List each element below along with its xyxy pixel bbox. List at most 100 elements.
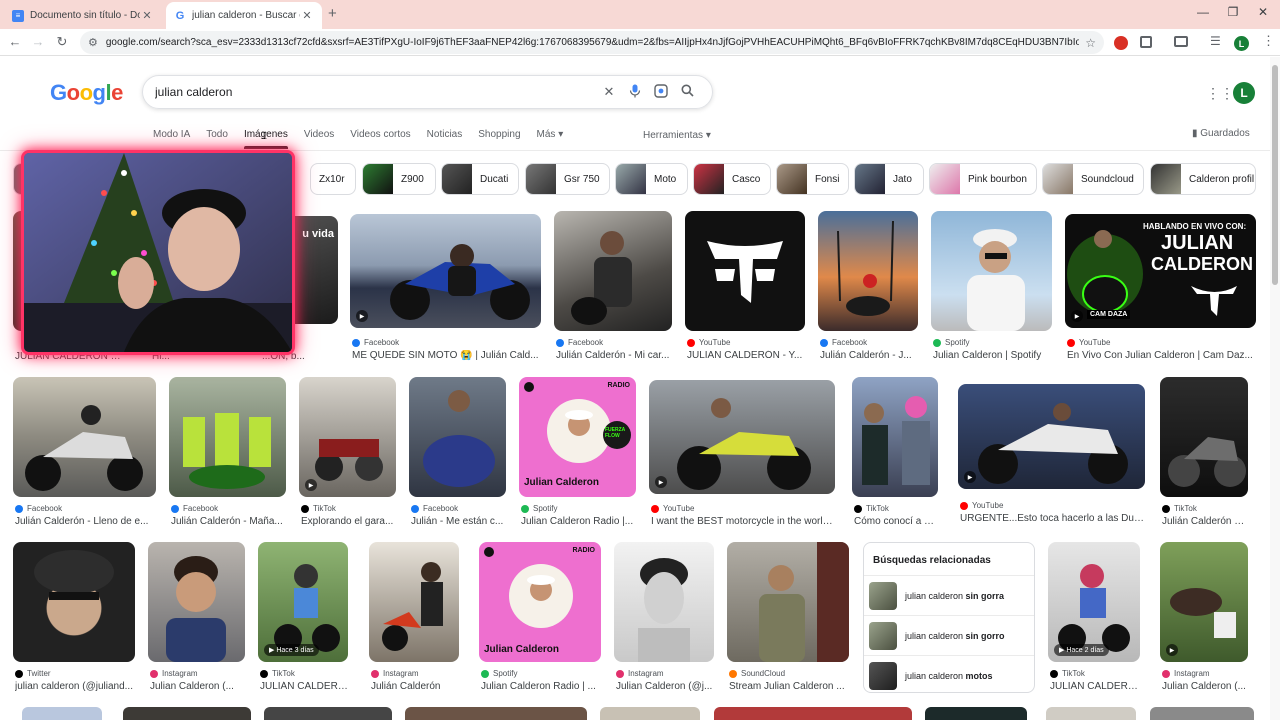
source-label: Facebook	[832, 338, 868, 347]
chip-ducati[interactable]: Ducati	[441, 163, 519, 195]
close-icon[interactable]: ✕	[140, 9, 154, 22]
result-image: ▶	[958, 384, 1145, 489]
chip-fonsi[interactable]: Fonsi	[776, 163, 849, 195]
source-label: YouTube	[699, 338, 731, 347]
clear-icon[interactable]: ✕	[596, 84, 622, 100]
chip-zx10r[interactable]: Zx10r	[310, 163, 356, 195]
image-result[interactable]: ▶ TikTok Explorando el gara...	[299, 377, 396, 527]
result-image	[1160, 377, 1248, 497]
related-search-item[interactable]: julian calderon motos	[864, 655, 1034, 695]
tab-videos[interactable]: Videos	[304, 129, 334, 149]
docs-icon: ≡	[12, 9, 24, 22]
partial-result-image[interactable]	[22, 707, 102, 720]
related-search-item[interactable]: julian calderon sin gorro	[864, 615, 1034, 655]
browser-menu-icon[interactable]: ⋮	[1262, 33, 1275, 49]
reading-list-icon[interactable]: ☰	[1210, 34, 1221, 48]
image-result[interactable]: ▶ Instagram Julian Calderon (...	[1160, 542, 1248, 694]
image-result[interactable]: Spotify Julian Calderon | Spotify	[931, 211, 1052, 361]
query-prefix: julian calderon	[905, 590, 966, 601]
image-result[interactable]: TikTok Cómo conocí a Juli...	[852, 377, 938, 527]
search-input[interactable]	[155, 85, 596, 99]
image-result[interactable]: ▶ YouTube URGENTE...Esto toca hacerlo a …	[958, 384, 1145, 534]
close-window-icon[interactable]: ✕	[1253, 5, 1273, 19]
image-result[interactable]: Facebook Julián - Me están c...	[409, 377, 506, 527]
image-result[interactable]: RADIO FUERZA FLOW Julian Calderon Spotif…	[519, 377, 636, 527]
partial-result-image[interactable]	[600, 707, 700, 720]
partial-result-image[interactable]	[123, 707, 251, 720]
site-info-icon[interactable]: ⚙	[88, 36, 98, 49]
portrait-graphic	[759, 542, 849, 662]
result-title: Julian Calderon (@j...	[616, 681, 713, 692]
image-result[interactable]: ▶ YouTube I want the BEST motorcycle in …	[649, 380, 835, 530]
tab-modo-ia[interactable]: Modo IA	[153, 129, 190, 149]
police-graphic	[183, 413, 271, 489]
image-result[interactable]: Facebook Julián Calderón - J...	[818, 211, 918, 361]
google-lens-icon[interactable]	[648, 83, 674, 101]
account-avatar[interactable]: L	[1233, 82, 1255, 104]
profile-icon[interactable]: L	[1234, 36, 1249, 51]
image-result[interactable]: Instagram Julián Calderón	[369, 542, 459, 694]
image-result[interactable]: Facebook Julián Calderón - Mi car...	[554, 211, 672, 361]
chip-z900[interactable]: Z900	[362, 163, 436, 195]
image-result[interactable]: Twitter julian calderon (@juliand...	[13, 542, 135, 694]
bookmark-star-icon[interactable]: ☆	[1085, 36, 1096, 50]
partial-result-image[interactable]	[264, 707, 392, 720]
tab-videos-cortos[interactable]: Videos cortos	[350, 129, 410, 149]
image-result[interactable]: Facebook Julián Calderón - Maña...	[169, 377, 286, 527]
partial-result-image[interactable]	[925, 707, 1027, 720]
image-result[interactable]: YouTube JULIAN CALDERÓN - Y...	[685, 211, 805, 361]
result-title: Julian Calderon (...	[1162, 681, 1246, 692]
microphone-icon[interactable]	[622, 84, 648, 101]
chip-gsr750[interactable]: Gsr 750	[525, 163, 610, 195]
motorcycle-graphic	[390, 244, 530, 320]
chip-calderon-profil[interactable]: Calderon profil	[1150, 163, 1256, 195]
chip-jato[interactable]: Jato	[854, 163, 924, 195]
browser-tab-google[interactable]: G julian calderon - Buscar con Go ✕	[166, 2, 322, 29]
image-result[interactable]: Instagram Julian Calderon (...	[148, 542, 245, 694]
new-tab-icon[interactable]: +	[328, 5, 337, 22]
partial-result-image[interactable]	[1150, 707, 1254, 720]
close-icon[interactable]: ✕	[300, 9, 314, 22]
restore-icon[interactable]: ❐	[1223, 5, 1243, 19]
image-result[interactable]: HABLANDO EN VIVO CON: JULIAN CALDERON CA…	[1065, 214, 1256, 364]
chip-pink-bourbon[interactable]: Pink bourbon	[929, 163, 1037, 195]
scrollbar-thumb[interactable]	[1272, 65, 1278, 285]
image-result[interactable]: Instagram Julian Calderon (@j...	[614, 542, 714, 694]
minimize-icon[interactable]: —	[1193, 5, 1213, 19]
tools-button[interactable]: Herramientas ▾	[643, 130, 711, 141]
image-result[interactable]: TikTok Julián Calderón @...	[1160, 377, 1248, 527]
reload-icon[interactable]: ↻	[53, 34, 71, 50]
address-bar[interactable]: ⚙ google.com/search?sca_esv=2333d1313cf7…	[80, 31, 1104, 54]
source-label: SoundCloud	[741, 669, 786, 678]
image-result[interactable]: ▶ Facebook ME QUEDÉ SIN MOTO 😭 | Julián …	[350, 214, 541, 364]
search-icon[interactable]	[674, 84, 700, 100]
page-scrollbar[interactable]	[1270, 57, 1280, 720]
partial-result-image[interactable]	[1046, 707, 1136, 720]
browser-tab-docs[interactable]: ≡ Documento sin título - Docume ✕	[4, 2, 162, 29]
image-result[interactable]: SoundCloud Stream Julian Calderon ...	[727, 542, 849, 694]
tab-shopping[interactable]: Shopping	[478, 129, 520, 149]
related-search-item[interactable]: julian calderon sin gorra	[864, 575, 1034, 615]
tab-mas[interactable]: Más ▾	[537, 129, 564, 149]
extensions-puzzle-icon[interactable]	[1140, 36, 1152, 48]
result-source: TikTok	[854, 504, 889, 513]
video-play-icon: ▶	[964, 471, 976, 483]
image-result[interactable]: ▶ Hace 2 días TikTok JULIÁN CALDERÓ...	[1048, 542, 1142, 694]
partial-result-image[interactable]	[405, 707, 587, 720]
image-result[interactable]: ▶ Hace 3 días TikTok JULIÁN CALDERÓ...	[258, 542, 348, 694]
tab-todo[interactable]: Todo	[206, 129, 228, 149]
google-logo[interactable]: Google	[50, 80, 123, 106]
saved-button[interactable]: ▮ Guardados	[1192, 128, 1250, 139]
chip-soundcloud[interactable]: Soundcloud	[1042, 163, 1144, 195]
cast-icon[interactable]	[1174, 36, 1188, 47]
chip-casco[interactable]: Casco	[693, 163, 771, 195]
extension-red-icon[interactable]	[1114, 36, 1128, 50]
forward-icon[interactable]: →	[29, 34, 47, 49]
chip-moto[interactable]: Moto	[615, 163, 688, 195]
image-result[interactable]: Facebook Julián Calderón - Lleno de e...	[13, 377, 156, 527]
chip-thumbnail	[855, 164, 885, 194]
image-result[interactable]: RADIO Julian Calderon Spotify Julian Cal…	[479, 542, 601, 694]
back-icon[interactable]: ←	[6, 34, 24, 49]
partial-result-image[interactable]	[714, 707, 912, 720]
tab-noticias[interactable]: Noticias	[427, 129, 463, 149]
